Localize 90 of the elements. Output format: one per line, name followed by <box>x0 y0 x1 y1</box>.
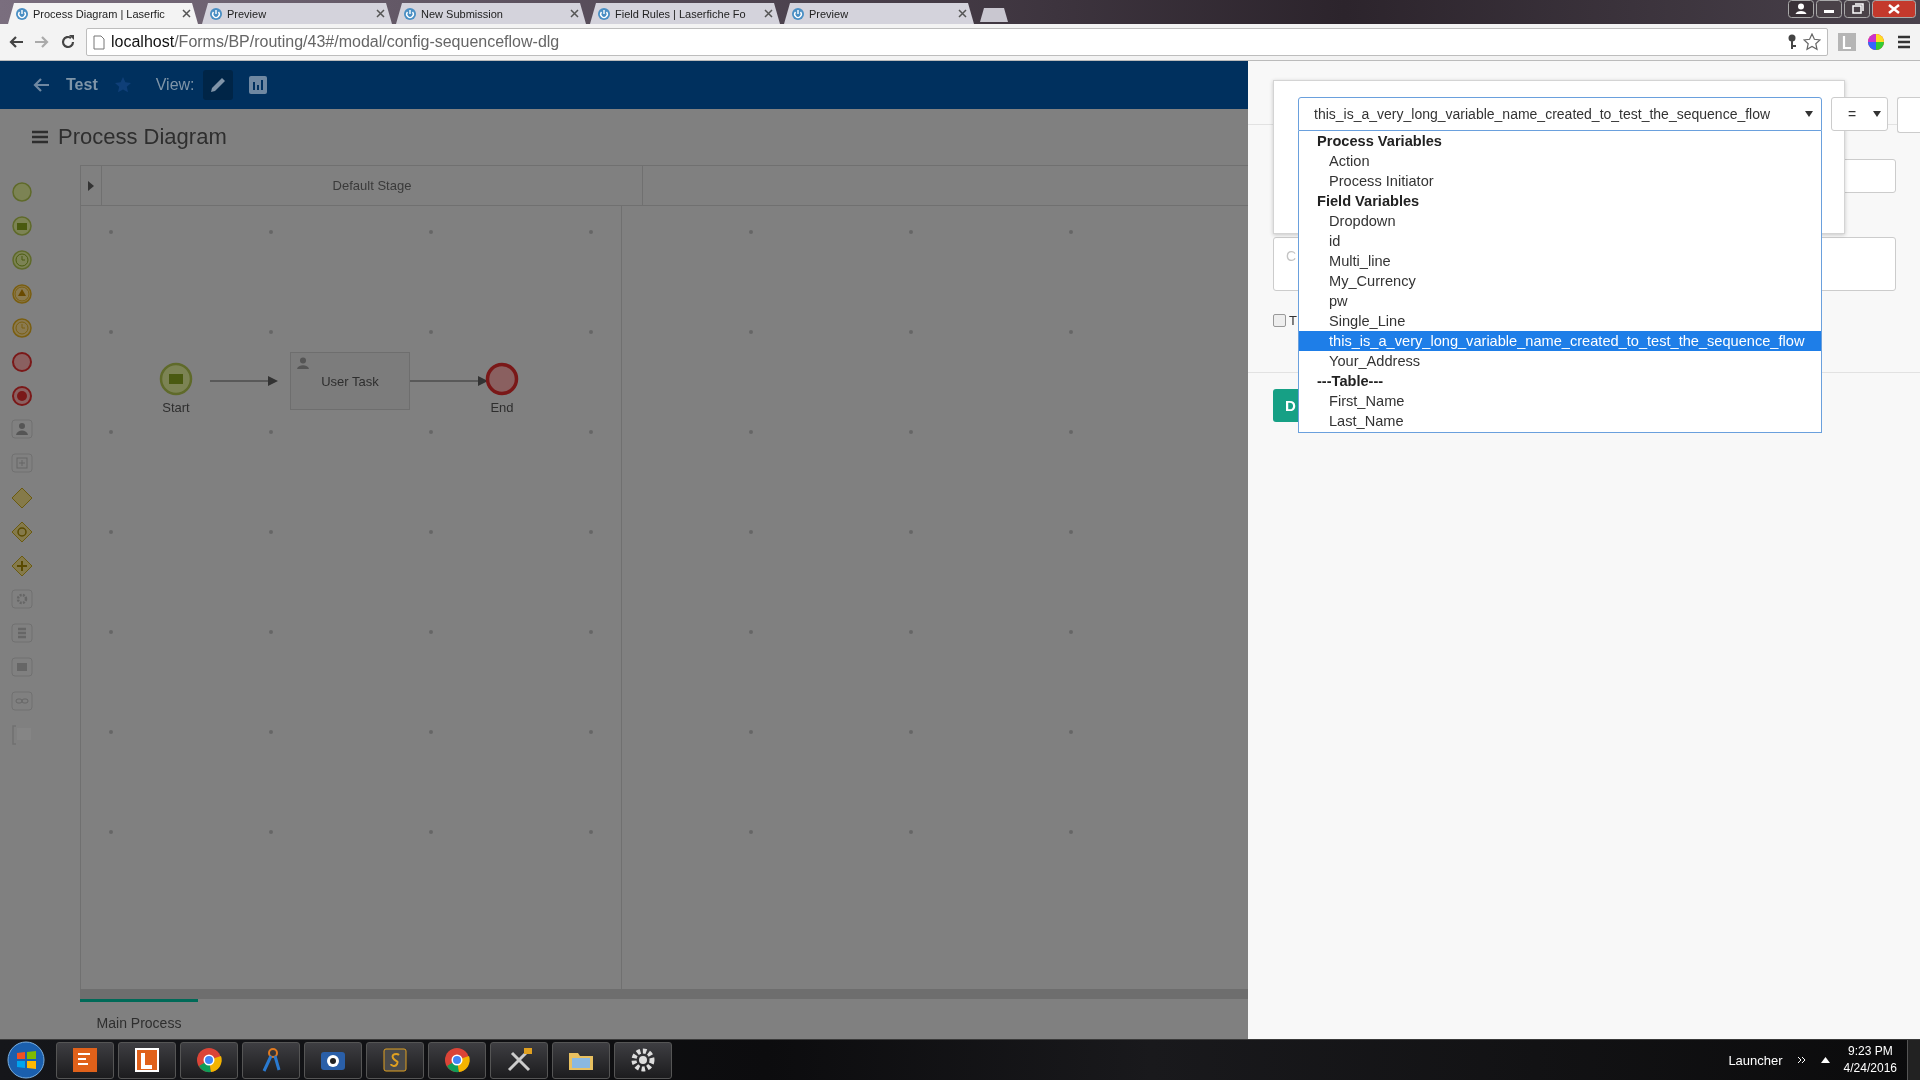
close-icon[interactable] <box>1872 0 1916 18</box>
option-group-label: Process Variables <box>1316 132 1443 151</box>
pencil-icon <box>208 76 227 94</box>
dropdown-option[interactable]: this_is_a_very_long_variable_name_created_to_test_the_sequence_flow <box>1299 331 1821 351</box>
checkbox-label: T <box>1289 313 1297 328</box>
show-desktop-button[interactable] <box>1907 1040 1920 1080</box>
task-node: User Task <box>290 352 410 410</box>
start-event-icon[interactable] <box>11 181 33 203</box>
browser-tab[interactable]: Preview <box>784 3 974 24</box>
caret-icon <box>1805 111 1813 117</box>
view-label: View: <box>155 76 195 94</box>
dropdown-option[interactable]: Multi_line <box>1299 251 1821 271</box>
power-icon <box>597 6 611 21</box>
key-icon <box>1787 34 1797 50</box>
end-event-icon[interactable] <box>11 351 33 373</box>
scrollbar[interactable] <box>80 989 1248 999</box>
dropdown-option[interactable]: Process Initiator <box>1299 171 1821 191</box>
close-icon[interactable] <box>182 9 191 18</box>
address-bar[interactable]: localhost/Forms/BP/routing/43#/modal/config-sequenceflow-dlg <box>86 28 1828 56</box>
browser-tab[interactable]: New Submission <box>396 3 586 24</box>
toolbar-label[interactable]: Launcher <box>1728 1052 1783 1068</box>
letter-l-icon <box>132 1045 162 1075</box>
page-icon <box>93 34 105 50</box>
sequence-flow-arrow <box>210 376 278 386</box>
user-icon[interactable] <box>1788 0 1814 18</box>
node-label: End <box>490 400 514 415</box>
dropdown-option[interactable]: Action <box>1299 151 1821 171</box>
taskbar-button[interactable] <box>428 1041 486 1079</box>
minimize-icon[interactable] <box>1816 0 1842 18</box>
page-title: Process Diagram <box>58 124 227 150</box>
chevron-icon[interactable] <box>1796 1056 1807 1064</box>
clock[interactable]: 9:23 PM 4/24/2016 <box>1843 1043 1897 1077</box>
dropdown-option[interactable]: id <box>1299 231 1821 251</box>
operator-dropdown[interactable]: = <box>1831 97 1888 131</box>
taskbar-button[interactable] <box>614 1041 672 1079</box>
user-icon <box>297 357 309 369</box>
dropdown-option[interactable]: pw <box>1299 291 1821 311</box>
close-icon[interactable] <box>764 9 773 18</box>
chrome-icon <box>442 1045 472 1075</box>
browser-tab[interactable]: Process Diagram | Laserfic <box>8 3 198 24</box>
start-button[interactable] <box>6 1041 46 1079</box>
color-wheel-icon[interactable] <box>1866 32 1886 52</box>
stage-title: Default Stage <box>102 166 643 205</box>
taskbar-button[interactable] <box>366 1041 424 1079</box>
expand-icon[interactable] <box>87 180 95 191</box>
browser-tab[interactable]: Field Rules | Laserfiche Fo <box>590 3 780 24</box>
reload-icon[interactable] <box>60 34 76 50</box>
close-icon[interactable] <box>376 9 385 18</box>
close-icon[interactable] <box>570 9 579 18</box>
parallel-gateway-icon[interactable] <box>11 555 33 577</box>
document-icon <box>70 1045 100 1075</box>
back-icon[interactable] <box>32 77 50 93</box>
star-icon[interactable] <box>1803 33 1821 51</box>
restore-icon[interactable] <box>1844 0 1870 18</box>
taskbar-button[interactable] <box>56 1041 114 1079</box>
start-event-node <box>159 362 193 396</box>
option-group-label: Field Variables <box>1316 192 1421 211</box>
tray-arrow-icon[interactable] <box>1820 1057 1830 1063</box>
taskbar-button[interactable] <box>180 1041 238 1079</box>
power-icon <box>791 6 805 21</box>
taskbar-button[interactable] <box>304 1041 362 1079</box>
url-text: localhost/Forms/BP/routing/43#/modal/config-sequenceflow-dlg <box>111 33 560 51</box>
dropdown-option[interactable]: My_Currency <box>1299 271 1821 291</box>
close-icon[interactable] <box>958 9 967 18</box>
menu-icon[interactable] <box>1896 34 1912 50</box>
power-icon <box>15 6 29 21</box>
taskbar-button[interactable] <box>552 1041 610 1079</box>
editor-icon <box>380 1045 410 1075</box>
chrome-icon <box>194 1045 224 1075</box>
checkbox[interactable] <box>1273 314 1286 327</box>
power-icon <box>209 6 223 21</box>
dropdown-option[interactable]: Dropdown <box>1299 211 1821 231</box>
variable-dropdown[interactable]: this_is_a_very_long_variable_name_created_to_test_the_sequence_flow <box>1298 97 1822 131</box>
dropdown-option[interactable]: Your_Address <box>1299 351 1821 371</box>
taskbar-button[interactable] <box>490 1041 548 1079</box>
option-group-label: ---Table--- <box>1316 372 1385 391</box>
bar-chart-icon[interactable] <box>248 76 267 94</box>
caret-icon <box>1873 111 1881 117</box>
edit-view-button[interactable] <box>202 70 233 100</box>
power-icon <box>403 6 417 21</box>
new-tab-button[interactable] <box>980 8 1008 22</box>
node-label: Start <box>162 400 190 415</box>
dropdown-option[interactable]: Single_Line <box>1299 311 1821 331</box>
terminate-event-icon[interactable] <box>11 385 33 407</box>
end-event-node <box>485 362 519 396</box>
star-icon[interactable] <box>113 76 132 94</box>
taskbar-button[interactable] <box>118 1041 176 1079</box>
back-icon[interactable] <box>8 34 24 50</box>
process-name: Test <box>66 76 98 94</box>
browser-tab[interactable]: Preview <box>202 3 392 24</box>
